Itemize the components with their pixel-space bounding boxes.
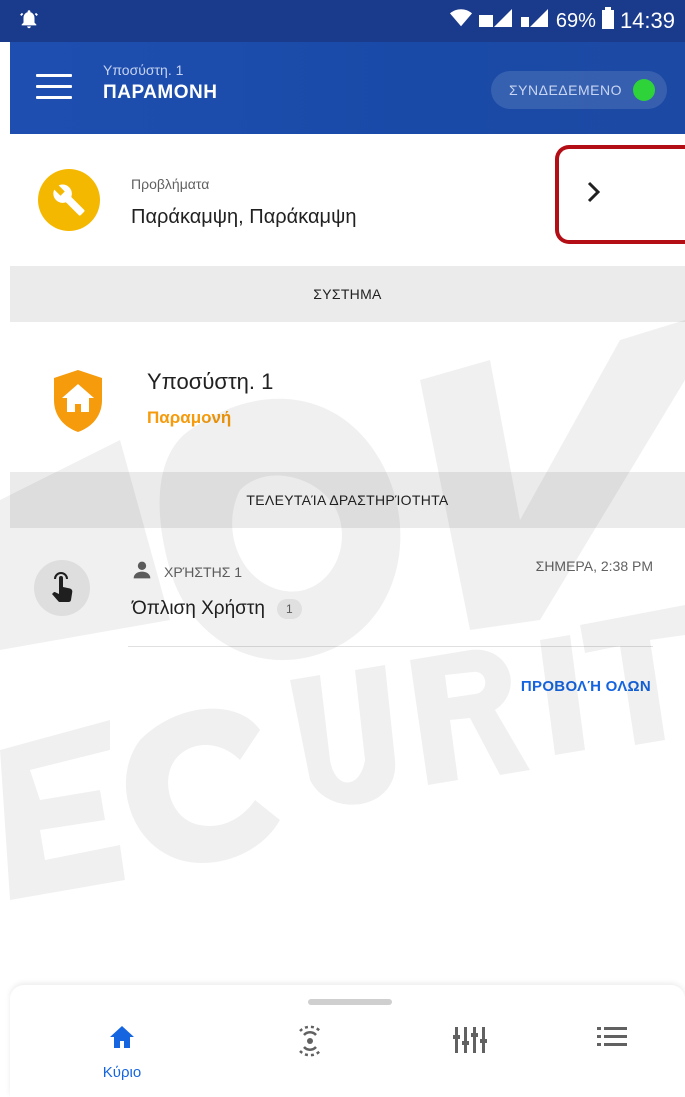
activity-user-name: ΧΡΉΣΤΗΣ 1 — [164, 563, 243, 580]
battery-level: 69% — [555, 9, 596, 32]
list-icon — [597, 1025, 627, 1052]
signal-icon — [478, 7, 514, 35]
battery-icon — [601, 7, 614, 35]
wifi-icon — [449, 8, 472, 34]
equalizer-icon — [453, 1025, 487, 1060]
connection-status[interactable]: ΣΥΝΔΕΔΕΜΕΝΟ — [491, 71, 667, 109]
activity-event-text: Όπλιση Χρήστη — [132, 598, 265, 619]
clock: 14:39 — [619, 8, 675, 33]
partition-state: Παραμονή — [147, 408, 232, 427]
person-icon — [132, 560, 152, 583]
touch-icon — [34, 560, 90, 616]
menu-icon[interactable] — [36, 74, 72, 102]
partition-card[interactable]: Υποσύστη. 1 Παραμονή — [10, 322, 685, 472]
notification-bell-icon — [18, 8, 40, 35]
home-icon — [109, 1025, 135, 1054]
view-all-link[interactable]: ΠΡΟΒΟΛΉ ΟΛΩΝ — [521, 678, 651, 695]
drag-handle[interactable] — [308, 999, 392, 1005]
chevron-right-icon — [585, 180, 601, 209]
nav-item-automation[interactable] — [430, 1025, 510, 1089]
nav-item-menu[interactable] — [572, 1025, 652, 1089]
status-bar: 69% 14:39 — [0, 0, 685, 42]
problems-value: Παράκαμψη, Παράκαμψη — [131, 206, 357, 228]
problems-open-button[interactable] — [555, 145, 685, 244]
home-shield-icon — [50, 368, 106, 434]
app-header: Υποσύστη. 1 ΠΑΡΑΜΟΝΗ ΣΥΝΔΕΔΕΜΕΝΟ — [10, 42, 685, 134]
problems-row[interactable]: Προβλήματα Παράκαμψη, Παράκαμψη — [10, 134, 685, 266]
system-section-header: ΣΥΣΤΗΜΑ — [10, 266, 685, 322]
activity-event: Όπλιση Χρήστη 1 — [132, 598, 302, 620]
bottom-navigation: Κύριο — [10, 985, 685, 1097]
problems-label: Προβλήματα — [131, 176, 210, 192]
signal-icon-2 — [520, 7, 550, 35]
nav-item-label: Κύριο — [102, 1064, 142, 1081]
activity-section-header: ΤΕΛΕΥΤΑΊΑ ΔΡΑΣΤΗΡΊΟΤΗΤΑ — [10, 472, 685, 528]
nav-item-home[interactable]: Κύριο — [82, 1025, 162, 1089]
nav-item-sensors[interactable] — [270, 1025, 350, 1089]
sensor-icon — [294, 1025, 326, 1062]
partition-subtitle: Υποσύστη. 1 — [103, 62, 184, 78]
activity-user: ΧΡΉΣΤΗΣ 1 — [132, 560, 242, 583]
connection-dot-icon — [633, 79, 655, 101]
divider — [128, 646, 653, 647]
activity-item[interactable]: ΧΡΉΣΤΗΣ 1 ΣΗΜΕΡΑ, 2:38 PM Όπλιση Χρήστη … — [10, 530, 685, 648]
activity-time: ΣΗΜΕΡΑ, 2:38 PM — [535, 558, 653, 574]
partition-name: Υποσύστη. 1 — [147, 369, 274, 394]
page-title: ΠΑΡΑΜΟΝΗ — [103, 82, 218, 103]
activity-count-badge: 1 — [276, 599, 302, 619]
wrench-icon — [38, 169, 100, 231]
connection-label: ΣΥΝΔΕΔΕΜΕΝΟ — [509, 82, 622, 98]
